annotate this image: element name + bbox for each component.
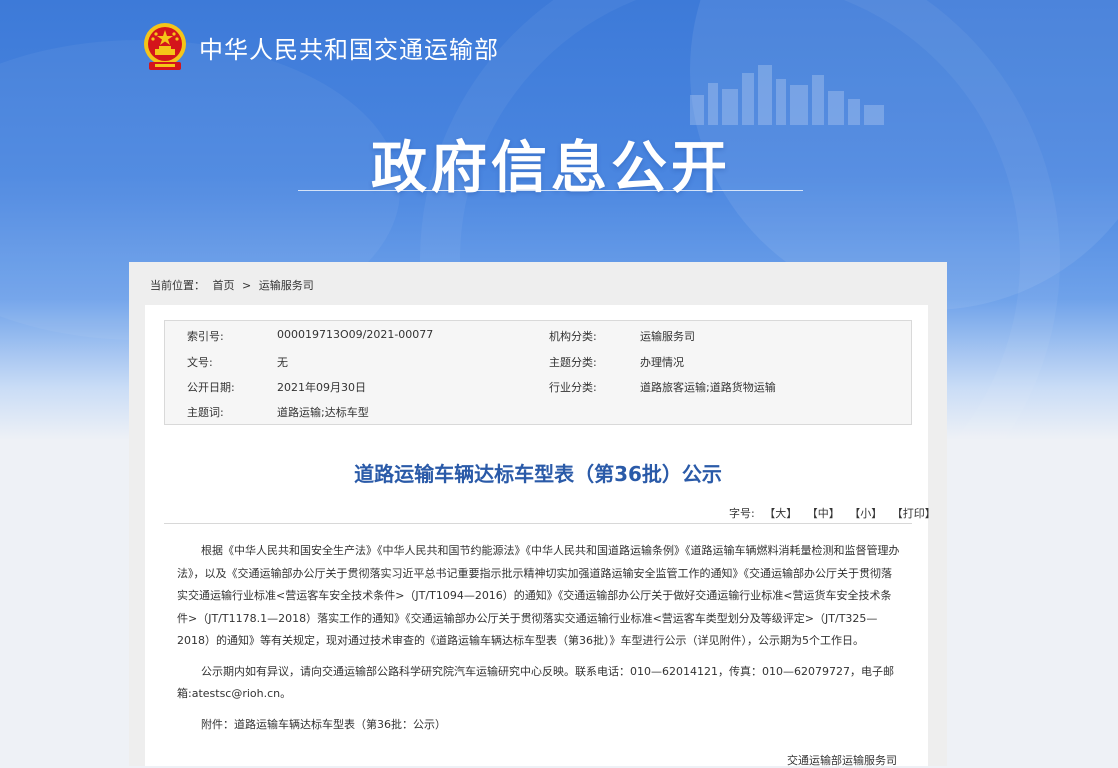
meta-topic-label: 主题分类: xyxy=(549,356,597,369)
font-size-label: 字号: xyxy=(729,507,755,520)
national-emblem-icon xyxy=(144,23,186,70)
city-skyline-icon xyxy=(690,65,884,125)
meta-index-value: 000019713O09/2021-00077 xyxy=(277,328,434,341)
banner-title: 政府信息公开 xyxy=(371,136,731,201)
meta-industry-label: 行业分类: xyxy=(549,381,597,394)
breadcrumb: 当前位置： 首页 > 运输服务司 xyxy=(150,277,318,293)
breadcrumb-label: 当前位置： xyxy=(150,279,205,292)
breadcrumb-current-link[interactable]: 运输服务司 xyxy=(259,279,314,292)
article-title: 道路运输车辆达标车型表（第36批）公示 xyxy=(354,462,722,486)
meta-org-label: 机构分类: xyxy=(549,330,597,343)
print-button[interactable]: 【打印】 xyxy=(892,507,936,520)
attachment-link[interactable]: 附件：道路运输车辆达标车型表（第36批：公示） xyxy=(177,714,902,737)
font-size-controls: 字号: 【大】 【中】 【小】 【打印】 xyxy=(729,505,936,521)
meta-keywords-label: 主题词: xyxy=(187,406,224,419)
meta-org-value: 运输服务司 xyxy=(640,330,695,343)
article-paragraph: 公示期内如有异议，请向交通运输部公路科学研究院汽车运输研究中心反映。联系电话：0… xyxy=(177,664,894,701)
meta-keywords-value: 道路运输;达标车型 xyxy=(277,406,369,419)
meta-docno-value: 无 xyxy=(277,356,288,369)
font-small-button[interactable]: 【小】 xyxy=(849,507,882,520)
meta-topic-value: 办理情况 xyxy=(640,356,684,369)
metadata-table: 索引号: 000019713O09/2021-00077 机构分类: 运输服务司… xyxy=(164,320,912,425)
ministry-name: 中华人民共和国交通运输部 xyxy=(199,36,499,64)
meta-index-label: 索引号: xyxy=(187,330,224,343)
title-divider xyxy=(164,523,912,524)
font-medium-button[interactable]: 【中】 xyxy=(807,507,840,520)
breadcrumb-home-link[interactable]: 首页 xyxy=(213,279,235,292)
article-body: 根据《中华人民共和国安全生产法》《中华人民共和国节约能源法》《中华人民共和国道路… xyxy=(177,540,902,744)
breadcrumb-separator: > xyxy=(242,279,252,292)
title-underline xyxy=(298,190,803,191)
font-large-button[interactable]: 【大】 xyxy=(764,507,797,520)
meta-docno-label: 文号: xyxy=(187,356,213,369)
meta-industry-value: 道路旅客运输;道路货物运输 xyxy=(640,381,776,394)
meta-date-value: 2021年09月30日 xyxy=(277,381,366,394)
article-paragraph: 根据《中华人民共和国安全生产法》《中华人民共和国节约能源法》《中华人民共和国道路… xyxy=(177,544,900,647)
meta-date-label: 公开日期: xyxy=(187,381,235,394)
